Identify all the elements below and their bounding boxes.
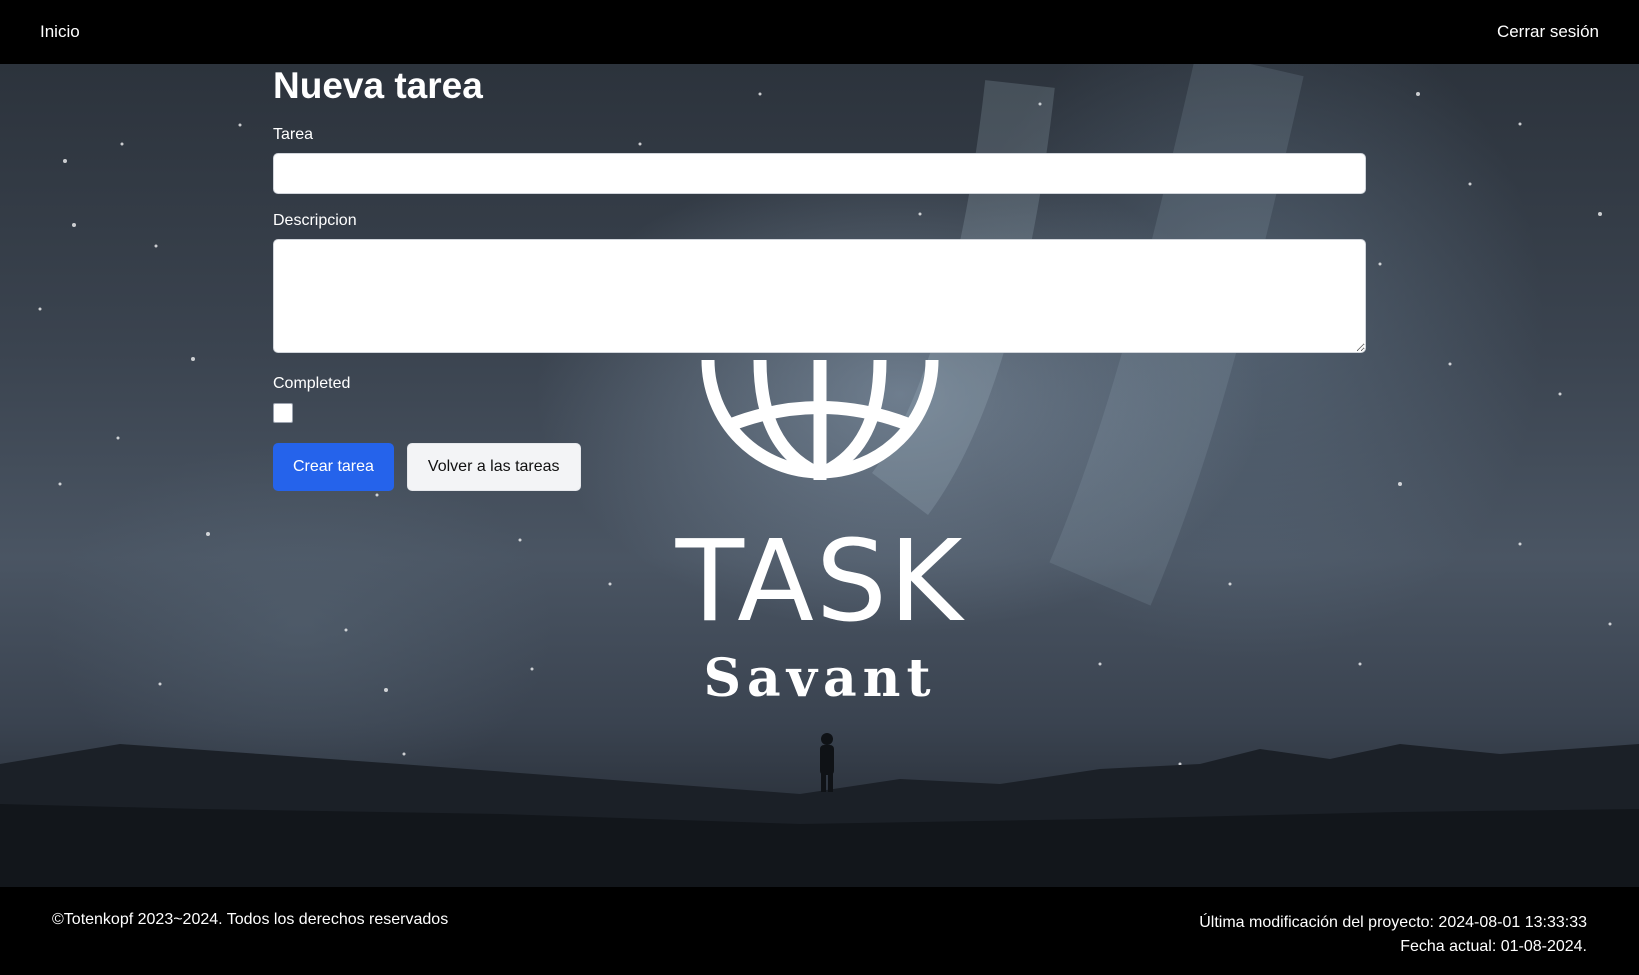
task-label: Tarea [273, 126, 314, 143]
task-input[interactable] [273, 153, 1366, 194]
nav-logout-link[interactable]: Cerrar sesión [1497, 22, 1599, 42]
completed-label: Completed [273, 375, 351, 392]
nav-home-link[interactable]: Inicio [40, 22, 80, 42]
copyright-text: ©Totenkopf 2023~2024. Todos los derechos… [52, 911, 449, 928]
completed-checkbox[interactable] [273, 403, 293, 423]
new-task-form: Nueva tarea Tarea Descripcion Completed … [273, 64, 1366, 491]
navbar: Inicio Cerrar sesión [0, 0, 1639, 64]
last-modified-text: Última modificación del proyecto: 2024-0… [1199, 914, 1587, 931]
description-label: Descripcion [273, 212, 357, 229]
create-task-button[interactable]: Crear tarea [273, 443, 394, 491]
current-date-text: Fecha actual: 01-08-2024. [1400, 938, 1587, 955]
page: Inicio Cerrar sesión TASK Savant Nueva t… [0, 0, 1639, 975]
form-actions: Crear tarea Volver a las tareas [273, 443, 1366, 491]
back-to-tasks-button[interactable]: Volver a las tareas [406, 443, 581, 491]
page-title: Nueva tarea [273, 65, 483, 106]
description-textarea[interactable] [273, 239, 1366, 353]
logo-savant-text: Savant [704, 648, 937, 709]
footer: ©Totenkopf 2023~2024. Todos los derechos… [0, 887, 1639, 975]
logo-task-text: TASK [675, 517, 965, 647]
footer-meta: Última modificación del proyecto: 2024-0… [1199, 911, 1587, 959]
